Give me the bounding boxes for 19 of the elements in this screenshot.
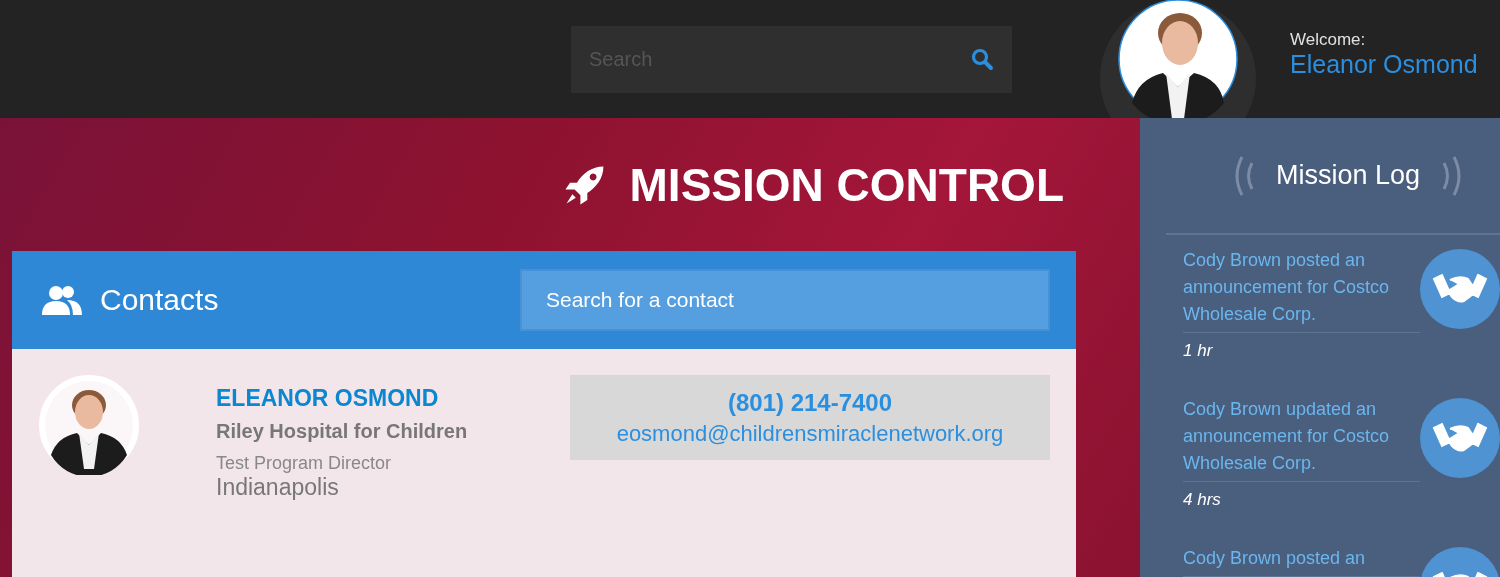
log-entry-link[interactable]: Cody Brown posted an announcement for Costco Wholesale Corp. <box>1183 247 1420 333</box>
users-icon <box>40 284 84 316</box>
page-title: MISSION CONTROL <box>629 157 1064 212</box>
contact-organization: Riley Hospital for Children <box>216 420 469 443</box>
log-entry-time: 4 hrs <box>1183 490 1222 510</box>
contact-name-link[interactable]: ELEANOR OSMOND <box>216 385 570 412</box>
contact-city: Indianapolis <box>216 474 340 501</box>
user-name-link[interactable]: Eleanor Osmond <box>1290 49 1478 79</box>
welcome-label: Welcome: <box>1290 29 1367 50</box>
mission-log-title: Mission Log <box>1275 160 1421 191</box>
phone-link[interactable]: (801) 214-7400 <box>727 388 893 417</box>
search-icon[interactable] <box>970 46 994 71</box>
contacts-title: Contacts <box>100 283 220 317</box>
log-entry-link[interactable]: Cody Brown posted an <box>1183 545 1420 577</box>
email-link[interactable]: eosmond@childrensmiraclenetwork.org <box>616 420 1004 447</box>
contact-search-field[interactable]: Search for a contact <box>520 269 1050 331</box>
contact-role: Test Program Director <box>216 453 393 474</box>
log-entry-time: 1 hr <box>1183 341 1214 361</box>
log-entry-link[interactable]: Cody Brown updated an announcement for Costco Wholesale Corp. <box>1183 396 1420 482</box>
